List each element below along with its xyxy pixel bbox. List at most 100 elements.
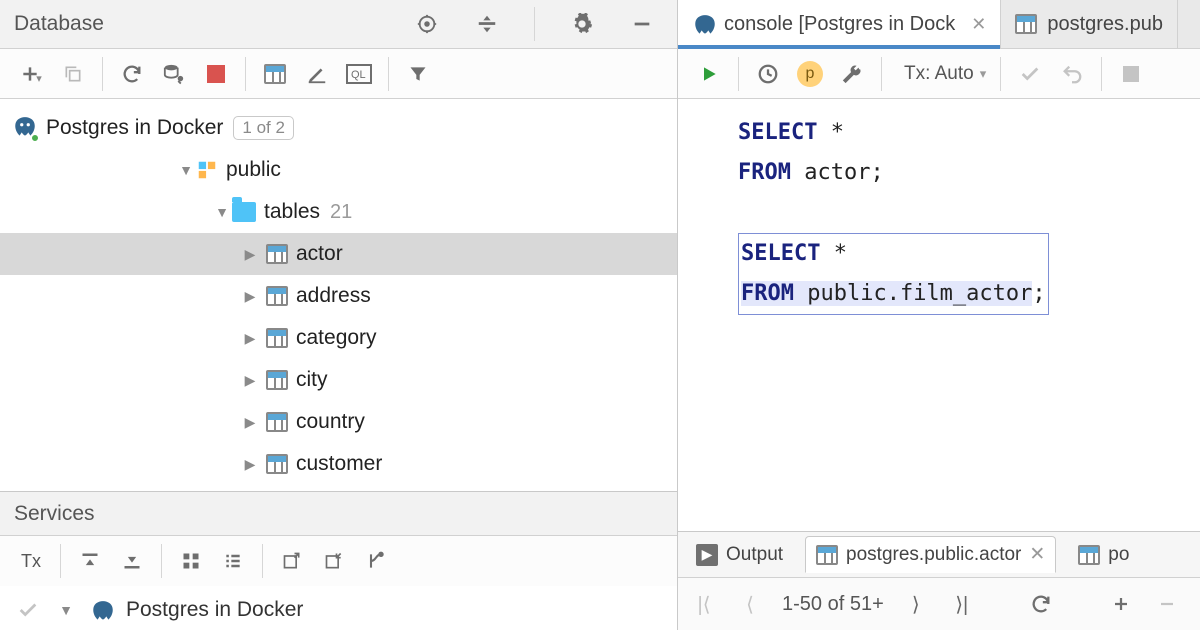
table-node[interactable]: ▶category bbox=[0, 317, 677, 359]
db-node-badge: 1 of 2 bbox=[233, 116, 294, 140]
chevron-right-icon: ▶ bbox=[240, 372, 260, 389]
schema-node[interactable]: ▼ public bbox=[0, 149, 677, 191]
edit-icon[interactable] bbox=[296, 54, 338, 94]
table-view-icon[interactable] bbox=[254, 54, 296, 94]
separator bbox=[1000, 57, 1001, 91]
sql-editor[interactable]: SELECT * FROM actor; SELECT *FROM public… bbox=[678, 99, 1200, 531]
editor-toolbar: p Tx: Auto▾ bbox=[678, 49, 1200, 99]
table-node[interactable]: ▶address bbox=[0, 275, 677, 317]
ql-console-icon[interactable]: QL bbox=[338, 54, 380, 94]
separator bbox=[245, 57, 246, 91]
next-page-icon[interactable]: ⟩ bbox=[902, 592, 930, 617]
table-icon bbox=[1015, 14, 1037, 34]
stop-query-icon[interactable] bbox=[1110, 54, 1152, 94]
expand-down-icon[interactable] bbox=[111, 541, 153, 581]
folder-icon bbox=[232, 202, 256, 222]
stop-icon[interactable] bbox=[195, 54, 237, 94]
database-panel-header: Database bbox=[0, 0, 677, 49]
tx-mode-dropdown[interactable]: Tx: Auto▾ bbox=[904, 63, 986, 85]
extra-result-tab[interactable]: po bbox=[1068, 538, 1139, 572]
rollback-icon[interactable] bbox=[1051, 54, 1093, 94]
extra-result-tab-label: po bbox=[1108, 544, 1129, 566]
copy-icon[interactable] bbox=[52, 54, 94, 94]
separator bbox=[388, 57, 389, 91]
branch-icon[interactable] bbox=[355, 541, 397, 581]
services-panel-header: Services bbox=[0, 491, 677, 536]
table-node[interactable]: ▶actor bbox=[0, 233, 677, 275]
minimize-icon[interactable] bbox=[621, 4, 663, 44]
table-icon bbox=[816, 545, 838, 565]
last-page-icon[interactable]: ⟩| bbox=[948, 592, 976, 617]
target-icon[interactable] bbox=[406, 4, 448, 44]
table-node[interactable]: ▶country bbox=[0, 401, 677, 443]
separator bbox=[60, 544, 61, 578]
table-icon bbox=[266, 412, 288, 432]
output-icon: ▶ bbox=[696, 544, 718, 566]
chevron-right-icon: ▶ bbox=[240, 246, 260, 263]
chevron-right-icon: ▶ bbox=[240, 330, 260, 347]
separator bbox=[102, 57, 103, 91]
page-range: 1-50 of 51+ bbox=[782, 593, 884, 616]
schema-label: public bbox=[226, 158, 281, 182]
table-node[interactable]: ▶ city bbox=[0, 359, 677, 401]
p-badge[interactable]: p bbox=[789, 54, 831, 94]
table-label: city bbox=[296, 368, 328, 392]
tab-postgres-pub-label: postgres.pub bbox=[1047, 13, 1163, 36]
import-icon[interactable] bbox=[271, 541, 313, 581]
add-row-icon[interactable] bbox=[1112, 595, 1140, 613]
table-label: country bbox=[296, 410, 365, 434]
close-icon[interactable]: ✕ bbox=[1029, 543, 1045, 566]
database-tree: Postgres in Docker 1 of 2 ▼ public ▼ tab… bbox=[0, 99, 677, 491]
chevron-down-icon[interactable]: ▼ bbox=[56, 602, 76, 618]
history-icon[interactable] bbox=[747, 54, 789, 94]
separator bbox=[534, 7, 535, 41]
chevron-right-icon: ▶ bbox=[240, 456, 260, 473]
prev-page-icon[interactable]: ⟨ bbox=[736, 592, 764, 617]
separator bbox=[881, 57, 882, 91]
table-icon bbox=[266, 454, 288, 474]
services-toolbar: Tx bbox=[0, 536, 677, 586]
db-node[interactable]: Postgres in Docker 1 of 2 bbox=[0, 107, 677, 149]
check-icon[interactable] bbox=[14, 590, 42, 630]
services-db-label: Postgres in Docker bbox=[126, 598, 303, 622]
tx-icon[interactable]: Tx bbox=[10, 541, 52, 581]
table-node[interactable]: ▶customer bbox=[0, 443, 677, 485]
tab-console-label: console [Postgres in Dock bbox=[724, 13, 955, 36]
separator bbox=[738, 57, 739, 91]
database-panel-title: Database bbox=[14, 12, 406, 36]
db-node-label: Postgres in Docker bbox=[46, 116, 223, 140]
postgres-icon bbox=[90, 599, 112, 621]
expand-up-icon[interactable] bbox=[69, 541, 111, 581]
actor-result-tab[interactable]: postgres.public.actor ✕ bbox=[805, 536, 1056, 573]
split-icon[interactable] bbox=[466, 4, 508, 44]
postgres-icon bbox=[692, 13, 714, 35]
list-icon[interactable] bbox=[212, 541, 254, 581]
refresh-icon[interactable] bbox=[111, 54, 153, 94]
table-icon bbox=[266, 370, 288, 390]
add-icon[interactable]: ▾ bbox=[10, 54, 52, 94]
tab-postgres-pub[interactable]: postgres.pub bbox=[1001, 0, 1178, 48]
result-tabs: ▶ Output postgres.public.actor ✕ po bbox=[678, 531, 1200, 578]
datasource-props-icon[interactable] bbox=[153, 54, 195, 94]
output-tab[interactable]: ▶ Output bbox=[686, 538, 793, 572]
tab-console[interactable]: console [Postgres in Dock ✕ bbox=[678, 0, 1001, 48]
run-icon[interactable] bbox=[688, 54, 730, 94]
grid-icon[interactable] bbox=[170, 541, 212, 581]
wrench-icon[interactable] bbox=[831, 54, 873, 94]
services-panel-title: Services bbox=[14, 502, 663, 526]
tables-group-label: tables bbox=[264, 200, 320, 224]
tables-group-node[interactable]: ▼ tables 21 bbox=[0, 191, 677, 233]
first-page-icon[interactable]: |⟨ bbox=[690, 592, 718, 617]
gear-icon[interactable] bbox=[561, 4, 603, 44]
reload-icon[interactable] bbox=[1030, 593, 1058, 615]
filter-icon[interactable] bbox=[397, 54, 439, 94]
actor-result-tab-label: postgres.public.actor bbox=[846, 544, 1021, 566]
table-icon bbox=[266, 328, 288, 348]
export-icon[interactable] bbox=[313, 541, 355, 581]
editor-tabs: console [Postgres in Dock ✕ postgres.pub bbox=[678, 0, 1200, 49]
close-icon[interactable]: ✕ bbox=[971, 14, 986, 35]
svg-text:QL: QL bbox=[351, 69, 366, 81]
chevron-down-icon: ▼ bbox=[176, 162, 196, 178]
commit-icon[interactable] bbox=[1009, 54, 1051, 94]
remove-row-icon[interactable] bbox=[1158, 595, 1186, 613]
